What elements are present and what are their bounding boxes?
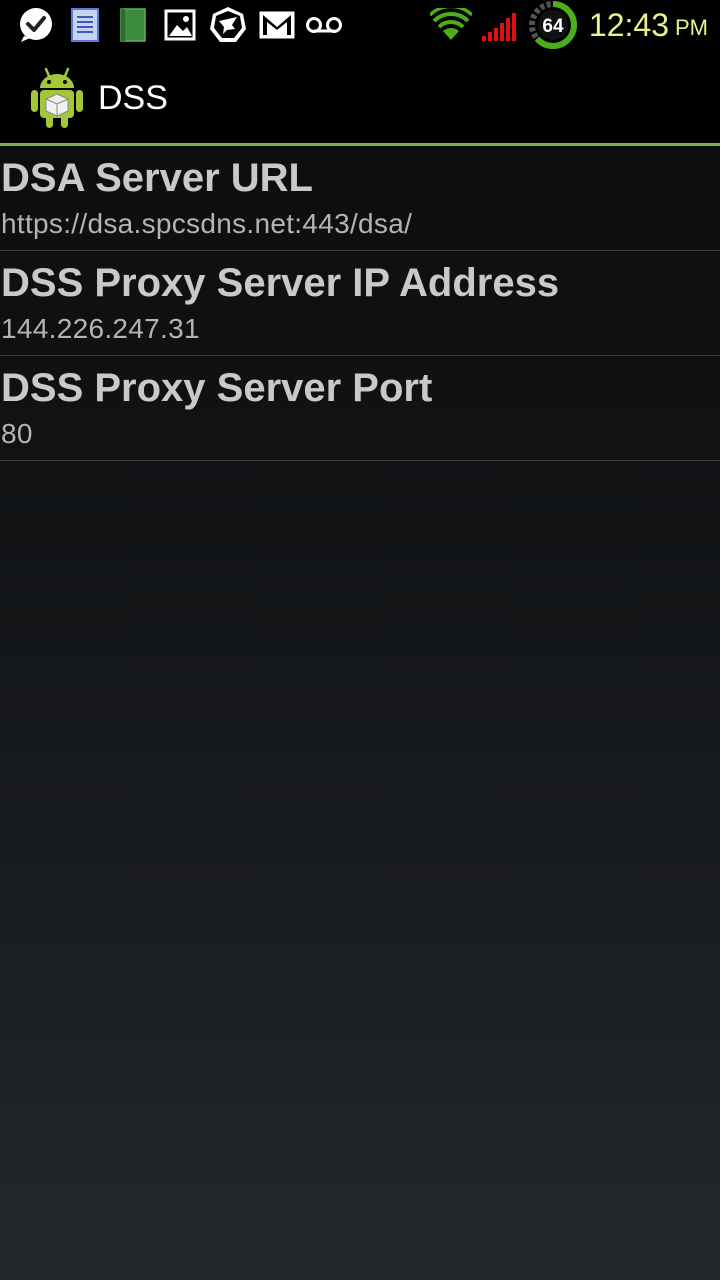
green-book-icon xyxy=(118,6,148,44)
pref-summary: 80 xyxy=(1,418,33,449)
pref-item-proxy-port[interactable]: DSS Proxy Server Port 80 xyxy=(0,356,720,461)
notes-icon xyxy=(70,6,100,44)
status-bar: 64 12:43 PM xyxy=(0,0,720,50)
battery-icon: 64 xyxy=(527,0,579,50)
android-app-icon[interactable] xyxy=(28,66,86,130)
pref-summary: https://dsa.spcsdns.net:443/dsa/ xyxy=(1,208,413,239)
pref-summary: 144.226.247.31 xyxy=(1,313,200,344)
app-title: DSS xyxy=(98,78,168,117)
voicemail-icon xyxy=(304,6,344,44)
clock: 12:43 PM xyxy=(589,0,708,50)
battery-level-text: 64 xyxy=(542,16,564,37)
preferences-list: DSA Server URL https://dsa.spcsdns.net:4… xyxy=(0,146,720,461)
clock-ampm: PM xyxy=(675,15,708,40)
pref-item-dsa-server-url[interactable]: DSA Server URL https://dsa.spcsdns.net:4… xyxy=(0,146,720,251)
action-bar: DSS xyxy=(0,50,720,146)
pref-title: DSA Server URL xyxy=(1,156,313,200)
gmail-icon xyxy=(257,6,297,44)
pref-title: DSS Proxy Server Port xyxy=(1,366,433,410)
gallery-icon xyxy=(163,6,197,44)
clock-time: 12:43 xyxy=(588,6,669,43)
wifi-icon xyxy=(430,6,472,44)
pref-title: DSS Proxy Server IP Address xyxy=(1,261,560,305)
signal-icon xyxy=(480,6,522,44)
messenger-check-icon xyxy=(16,6,56,44)
shield-bird-icon xyxy=(207,6,249,44)
pref-item-proxy-ip[interactable]: DSS Proxy Server IP Address 144.226.247.… xyxy=(0,251,720,356)
